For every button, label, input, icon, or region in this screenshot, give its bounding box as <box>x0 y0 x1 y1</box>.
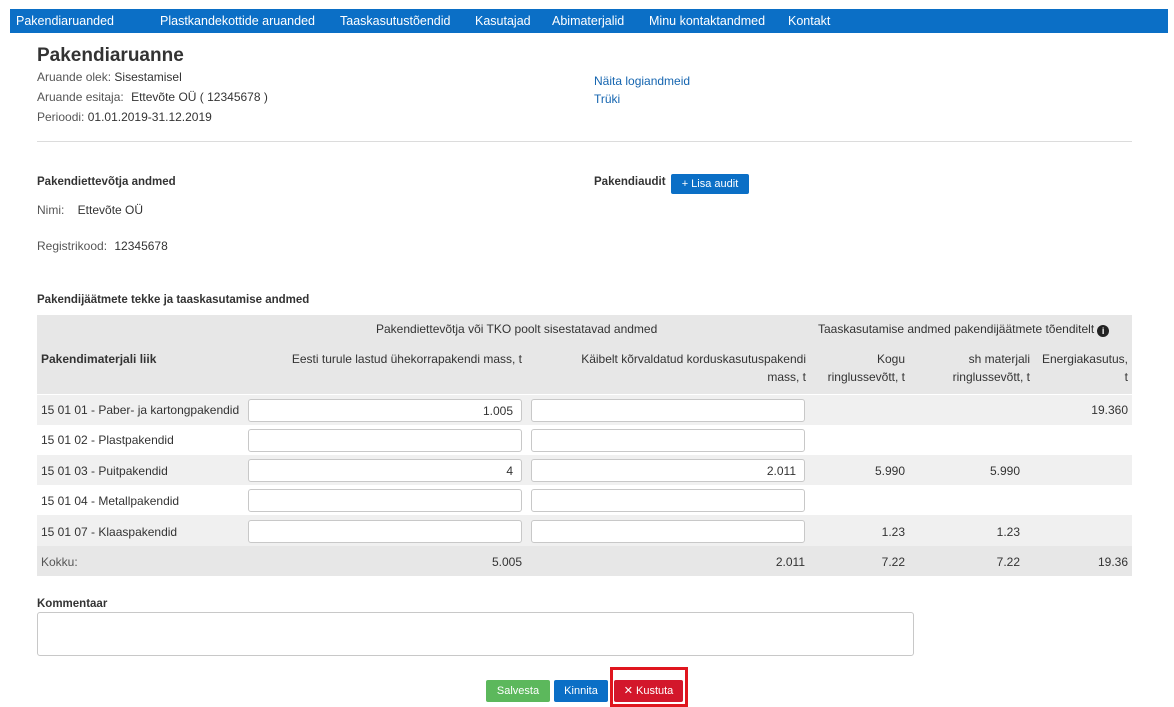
col-single-use-header: Eesti turule lastud ühekorrapakendi mass… <box>291 352 522 366</box>
comment-textarea[interactable] <box>37 612 914 656</box>
total-material-recycling: 7.22 <box>996 555 1020 569</box>
col-energy-header-1: Energiakasutus, <box>1041 352 1128 366</box>
material-recycling-value: 1.23 <box>996 525 1020 539</box>
col-material-recycling-header-2: ringlussevõtt, t <box>952 370 1030 384</box>
status-value: Sisestamisel <box>114 70 182 84</box>
total-label: Kokku: <box>41 555 78 569</box>
reusable-mass-input[interactable] <box>531 520 805 543</box>
submitter-code: ( 12345678 ) <box>199 90 268 104</box>
row-material: 15 01 04 - Metallpakendid <box>41 494 180 508</box>
save-button[interactable]: Salvesta <box>486 680 550 702</box>
single-use-mass-input[interactable] <box>248 399 522 422</box>
regcode-value: 12345678 <box>114 239 168 253</box>
company-name-label: Nimi: <box>37 203 65 217</box>
row-material: 15 01 03 - Puitpakendid <box>41 464 168 478</box>
group-header-recovery-text: Taaskasutamise andmed pakendijäätmete tõ… <box>818 322 1095 336</box>
reusable-mass-input[interactable] <box>531 459 805 482</box>
regcode-label: Registrikood: <box>37 239 108 253</box>
submitter-value: Ettevõte OÜ <box>131 90 197 104</box>
group-header-entered: Pakendiettevõtja või TKO poolt sisestata… <box>376 322 658 336</box>
period-value: 01.01.2019-31.12.2019 <box>87 110 212 124</box>
report-period: Perioodi: 01.01.2019-31.12.2019 <box>37 110 212 124</box>
single-use-mass-input[interactable] <box>248 429 522 452</box>
delete-highlight-box <box>610 667 688 707</box>
print-link[interactable]: Trüki <box>594 92 620 106</box>
col-recycling-header-2: ringlussevõtt, t <box>827 370 905 384</box>
waste-section-title: Pakendijäätmete tekke ja taaskasutamise … <box>37 294 310 306</box>
total-recycling: 7.22 <box>881 555 905 569</box>
company-name: Nimi: Ettevõte OÜ <box>37 203 143 217</box>
group-header-recovery: Taaskasutamise andmed pakendijäätmete tõ… <box>818 322 1110 337</box>
col-recycling-header-1: Kogu <box>876 352 905 366</box>
nav-kasutajad[interactable]: Kasutajad <box>475 14 531 28</box>
row-material: 15 01 02 - Plastpakendid <box>41 433 174 447</box>
nav-plastkandekottide-aruanded[interactable]: Plastkandekottide aruanded <box>160 14 315 28</box>
col-reusable-header-1: Käibelt kõrvaldatud korduskasutuspakendi <box>581 352 806 366</box>
total-reusable: 2.011 <box>775 555 805 569</box>
show-log-link[interactable]: Näita logiandmeid <box>594 74 690 88</box>
confirm-button[interactable]: Kinnita <box>554 680 608 702</box>
total-single-use: 5.005 <box>491 555 522 569</box>
comment-label: Kommentaar <box>37 598 108 610</box>
company-name-value: Ettevõte OÜ <box>77 203 144 217</box>
nav-abimaterjalid[interactable]: Abimaterjalid <box>552 14 624 28</box>
page-title: Pakendiaruanne <box>37 45 184 66</box>
row-material: 15 01 01 - Paber- ja kartongpakendid <box>41 403 240 417</box>
audit-label: Pakendiaudit <box>594 176 666 188</box>
col-material-recycling-header-1: sh materjali <box>968 352 1030 366</box>
total-energy: 19.36 <box>1097 555 1128 569</box>
single-use-mass-input[interactable] <box>248 520 522 543</box>
single-use-mass-input[interactable] <box>248 459 522 482</box>
report-submitter: Aruande esitaja: Ettevõte OÜ ( 12345678 … <box>37 90 268 104</box>
energy-value: 19.360 <box>1091 403 1128 417</box>
nav-minu-kontaktandmed[interactable]: Minu kontaktandmed <box>649 14 765 28</box>
col-material-header: Pakendimaterjali liik <box>41 352 157 366</box>
reusable-mass-input[interactable] <box>531 429 805 452</box>
add-audit-button[interactable]: + Lisa audit <box>671 174 749 194</box>
reusable-mass-input[interactable] <box>531 489 805 512</box>
nav-taaskasutustoendid[interactable]: Taaskasutustõendid <box>340 14 451 28</box>
single-use-mass-input[interactable] <box>248 489 522 512</box>
recycling-value: 1.23 <box>881 525 905 539</box>
nav-pakendiaruanded[interactable]: Pakendiaruanded <box>16 14 114 28</box>
status-label: Aruande olek: <box>37 70 112 84</box>
submitter-label: Aruande esitaja: <box>37 90 124 104</box>
nav-kontakt[interactable]: Kontakt <box>788 14 830 28</box>
reusable-mass-input[interactable] <box>531 399 805 422</box>
header-divider <box>37 141 1132 142</box>
recycling-value: 5.990 <box>874 464 905 478</box>
company-section-title: Pakendiettevõtja andmed <box>37 176 176 188</box>
top-navigation: Pakendiaruanded Plastkandekottide aruand… <box>10 9 1168 33</box>
row-material: 15 01 07 - Klaaspakendid <box>41 525 178 539</box>
info-icon[interactable]: i <box>1097 325 1110 337</box>
company-regcode: Registrikood: 12345678 <box>37 239 168 253</box>
col-reusable-header-2: mass, t <box>767 370 806 384</box>
report-status: Aruande olek: Sisestamisel <box>37 70 182 84</box>
period-label: Perioodi: <box>37 110 85 124</box>
material-recycling-value: 5.990 <box>989 464 1020 478</box>
col-energy-header-2: t <box>1124 370 1128 384</box>
